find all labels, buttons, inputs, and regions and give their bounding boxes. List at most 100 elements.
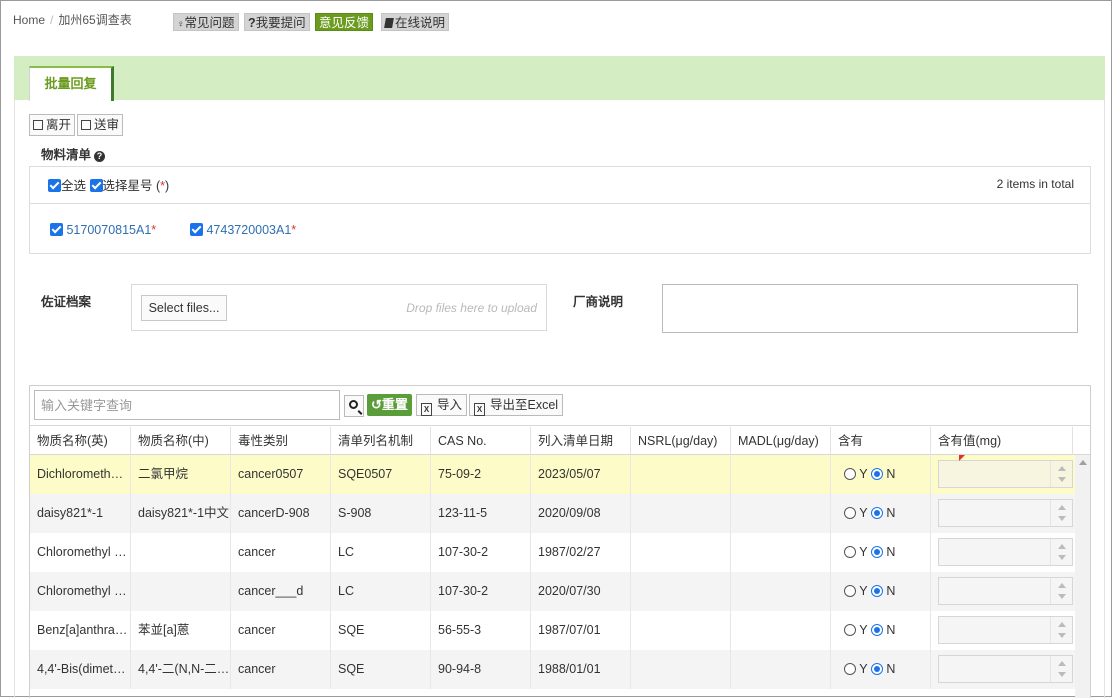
table-row[interactable]: Chloromethyl methyl ether cancer LC 107-… [30, 533, 1075, 572]
materials-box: 全选 选择星号 (*) 2 items in total 5170070815A… [29, 166, 1091, 254]
star-close: ) [165, 179, 170, 193]
col-contains-value[interactable]: 含有值(mg) [931, 427, 1073, 455]
tab-strip: 批量回复 [14, 56, 1105, 101]
contains-radios: Y N [831, 455, 931, 494]
exit-icon [33, 120, 43, 130]
spinner-arrows[interactable] [1050, 578, 1072, 604]
help-icon[interactable]: ? [94, 151, 106, 162]
spinner-arrows[interactable] [1050, 539, 1072, 565]
divider [30, 203, 1090, 204]
grid-header: 物质名称(英) 物质名称(中) 毒性类别 清单列名机制 CAS No. 列入清单… [30, 427, 1090, 455]
vendor-note-label: 厂商说明 [573, 295, 624, 309]
spinner-arrows[interactable] [1050, 656, 1072, 682]
material-item[interactable]: 4743720003A1* [190, 223, 296, 237]
contains-radios: Y N [831, 611, 931, 650]
table-row[interactable]: Dichloromethane 二氯甲烷 cancer0507 SQE0507 … [30, 455, 1075, 494]
ask-question-link[interactable]: ?我要提问 [244, 13, 310, 31]
radio-no[interactable] [870, 507, 883, 519]
col-toxicity[interactable]: 毒性类别 [231, 427, 331, 455]
breadcrumb: Home / 加州65调查表 [13, 11, 132, 28]
contains-value-input[interactable] [938, 577, 1073, 605]
file-upload-zone[interactable]: Select files... Drop files here to uploa… [131, 284, 547, 331]
table-row[interactable]: Benz[a]anthracene 苯並[a]蒽 cancer SQE 56-5… [30, 611, 1075, 650]
col-contains[interactable]: 含有 [831, 427, 931, 455]
drop-hint: Drop files here to upload [406, 301, 537, 315]
export-excel-button[interactable]: X 导出至Excel [469, 394, 564, 416]
feedback-link[interactable]: 意见反馈 [315, 13, 374, 31]
lightbulb-icon: ♀ [177, 19, 185, 30]
spinner-arrows[interactable] [1050, 617, 1072, 643]
refresh-icon: ↺ [371, 397, 382, 412]
contains-radios: Y N [831, 572, 931, 611]
col-nsrl[interactable]: NSRL(μg/day) [631, 427, 731, 455]
table-row[interactable]: Chloromethyl methyl ether cancer___d LC … [30, 572, 1075, 611]
col-madl[interactable]: MADL(μg/day) [731, 427, 831, 455]
search-input[interactable] [34, 390, 340, 420]
dirty-cell-marker [959, 455, 965, 461]
material-checkbox[interactable] [50, 223, 63, 236]
material-item[interactable]: 5170070815A1* [50, 223, 156, 237]
excel-icon: X [421, 403, 432, 416]
radio-no[interactable] [870, 468, 883, 480]
search-icon [349, 400, 358, 409]
radio-yes[interactable] [844, 624, 856, 636]
contains-value-input[interactable] [938, 655, 1073, 683]
select-star-label: 选择星号 [102, 179, 153, 193]
col-cas[interactable]: CAS No. [431, 427, 531, 455]
contains-value-input[interactable] [938, 616, 1073, 644]
select-all-checkbox[interactable] [48, 179, 61, 192]
tab-batch-reply[interactable]: 批量回复 [29, 66, 114, 101]
reset-button[interactable]: ↺重置 [367, 394, 412, 416]
spinner-arrows[interactable] [1050, 461, 1072, 487]
contains-radios: Y N [831, 533, 931, 572]
col-name-en[interactable]: 物质名称(英) [30, 427, 131, 455]
radio-yes[interactable] [844, 546, 856, 558]
select-row: 全选 选择星号 (*) [48, 175, 169, 194]
import-button[interactable]: X 导入 [416, 394, 468, 416]
book-icon [384, 18, 394, 28]
breadcrumb-home[interactable]: Home [13, 13, 45, 27]
radio-no[interactable] [870, 663, 883, 675]
radio-yes[interactable] [844, 507, 856, 519]
select-all-label: 全选 [61, 179, 87, 193]
question-icon: ? [248, 16, 256, 30]
material-checkbox[interactable] [190, 223, 203, 236]
vendor-note-textarea[interactable] [662, 284, 1078, 333]
leave-button[interactable]: 离开 [29, 114, 76, 136]
search-button[interactable] [344, 395, 364, 417]
contains-radios: Y N [831, 494, 931, 533]
contains-value-input[interactable] [938, 538, 1073, 566]
excel-icon: X [474, 403, 485, 416]
breadcrumb-current: 加州65调查表 [58, 13, 132, 27]
spinner-arrows[interactable] [1050, 500, 1072, 526]
substance-grid: ↺重置 X导入 X导出至Excel 物质名称(英) 物质名称(中) 毒性类别 清… [29, 385, 1091, 698]
radio-yes[interactable] [844, 468, 856, 480]
radio-yes[interactable] [844, 663, 856, 675]
col-list-date[interactable]: 列入清单日期 [531, 427, 631, 455]
contains-value-input[interactable] [938, 460, 1073, 488]
contains-radios: Y N [831, 650, 931, 689]
table-row[interactable]: daisy821*-1 daisy821*-1中文 cancerD-908 S-… [30, 494, 1075, 533]
table-row[interactable]: 4,4'-Bis(dimethylamino)benzophenone 4,4'… [30, 650, 1075, 689]
save-icon [81, 120, 91, 130]
radio-no[interactable] [870, 624, 883, 636]
grid-scrollbar[interactable] [1075, 455, 1090, 698]
radio-no[interactable] [870, 585, 883, 597]
grid-toolbar: ↺重置 X导入 X导出至Excel [30, 386, 1090, 426]
faq-link[interactable]: ♀常见问题 [173, 13, 239, 31]
col-name-cn[interactable]: 物质名称(中) [131, 427, 231, 455]
breadcrumb-separator: / [50, 13, 54, 27]
radio-no[interactable] [870, 546, 883, 558]
top-bar: Home / 加州65调查表 ♀常见问题 ?我要提问 意见反馈 在线说明 [1, 1, 1111, 41]
scroll-up-icon[interactable] [1079, 460, 1087, 465]
evidence-label: 佐证档案 [41, 295, 92, 309]
materials-title: 物料清单? [41, 144, 106, 163]
select-star-checkbox[interactable] [89, 179, 103, 192]
col-mechanism[interactable]: 清单列名机制 [331, 427, 431, 455]
submit-review-button[interactable]: 送审 [77, 114, 124, 136]
select-files-button[interactable]: Select files... [141, 295, 227, 321]
radio-yes[interactable] [844, 585, 856, 597]
items-total: 2 items in total [996, 177, 1074, 191]
contains-value-input[interactable] [938, 499, 1073, 527]
online-help-link[interactable]: 在线说明 [381, 13, 450, 31]
